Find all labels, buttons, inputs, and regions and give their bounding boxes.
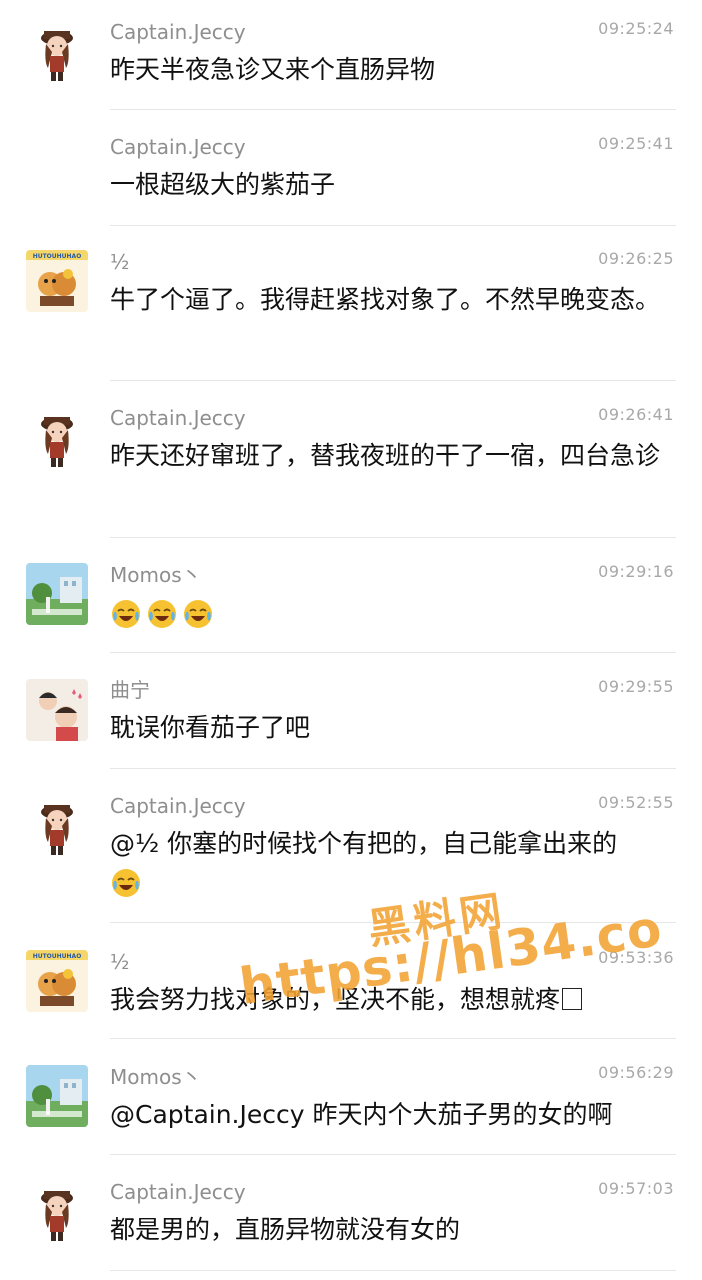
message-divider (110, 380, 676, 381)
message-divider (110, 1270, 676, 1271)
message-divider (110, 109, 676, 110)
svg-text:HUTOUHUHAO: HUTOUHUHAO (33, 953, 82, 960)
message-text: 耽误你看茄子了吧 (110, 713, 311, 742)
message-text (110, 595, 670, 631)
sender-name: Momos丶 (110, 1065, 202, 1089)
cartoon-sticker-avatar[interactable]: HUTOUHUHAO (26, 950, 88, 1012)
cartoon-sticker-avatar[interactable]: HUTOUHUHAO (26, 250, 88, 312)
emoji-row (110, 598, 214, 630)
message-time: 09:25:41 (598, 134, 674, 153)
message-text: @Captain.Jeccy 昨天内个大茄子男的女的啊 (110, 1100, 613, 1129)
sender-name: Captain.Jeccy (110, 1180, 246, 1204)
message-text-content: 我会努力找对象的，坚决不能，想想就疼 (110, 985, 561, 1014)
tears-of-joy-emoji-icon (112, 600, 140, 628)
message-text: 都是男的，直肠异物就没有女的 (110, 1215, 461, 1244)
message-time: 09:29:55 (598, 677, 674, 696)
message-divider (110, 1038, 676, 1039)
sender-name: Momos丶 (110, 563, 202, 587)
message-divider (110, 652, 676, 653)
message-time: 09:26:25 (598, 249, 674, 268)
message-divider (110, 225, 676, 226)
unknown-glyph-icon (562, 988, 583, 1010)
message-time: 09:26:41 (598, 405, 674, 424)
message-time: 09:52:55 (598, 793, 674, 812)
message-divider (110, 768, 676, 769)
pirate-girl-avatar[interactable] (26, 1182, 88, 1244)
message-divider (110, 922, 676, 923)
sender-name: Captain.Jeccy (110, 406, 246, 430)
sender-name: ½ (110, 250, 130, 274)
message-text: 我会努力找对象的，坚决不能，想想就疼 (110, 982, 670, 1018)
message-text: @½ 你塞的时候找个有把的，自己能拿出来的 (110, 826, 670, 899)
sender-name: 曲宁 (110, 678, 150, 702)
message-time: 09:29:16 (598, 562, 674, 581)
sender-name: Captain.Jeccy (110, 135, 246, 159)
message-divider (110, 1154, 676, 1155)
sender-name: Captain.Jeccy (110, 20, 246, 44)
tears-of-joy-emoji-icon (112, 869, 140, 897)
landscape-photo-avatar[interactable] (26, 563, 88, 625)
message-divider (110, 537, 676, 538)
parent-child-avatar[interactable] (26, 679, 88, 741)
tears-of-joy-emoji-icon (184, 600, 212, 628)
pirate-girl-avatar[interactable] (26, 408, 88, 470)
sender-name: Captain.Jeccy (110, 794, 246, 818)
message-time: 09:25:24 (598, 19, 674, 38)
message-text: 牛了个逼了。我得赶紧找对象了。不然早晚变态。 (110, 285, 661, 314)
message-time: 09:56:29 (598, 1063, 674, 1082)
message-text: 昨天还好窜班了，替我夜班的干了一宿，四台急诊 (110, 441, 661, 470)
message-text-content: @½ 你塞的时候找个有把的，自己能拿出来的 (110, 829, 618, 858)
sender-name: ½ (110, 950, 130, 974)
landscape-photo-avatar[interactable] (26, 1065, 88, 1127)
message-text: 一根超级大的紫茄子 (110, 170, 336, 199)
message-text: 昨天半夜急诊又来个直肠异物 (110, 55, 436, 84)
pirate-girl-avatar[interactable] (26, 796, 88, 858)
pirate-girl-avatar[interactable] (26, 22, 88, 84)
svg-text:HUTOUHUHAO: HUTOUHUHAO (33, 253, 82, 260)
tears-of-joy-emoji-icon (148, 600, 176, 628)
message-time: 09:53:36 (598, 948, 674, 967)
message-time: 09:57:03 (598, 1179, 674, 1198)
